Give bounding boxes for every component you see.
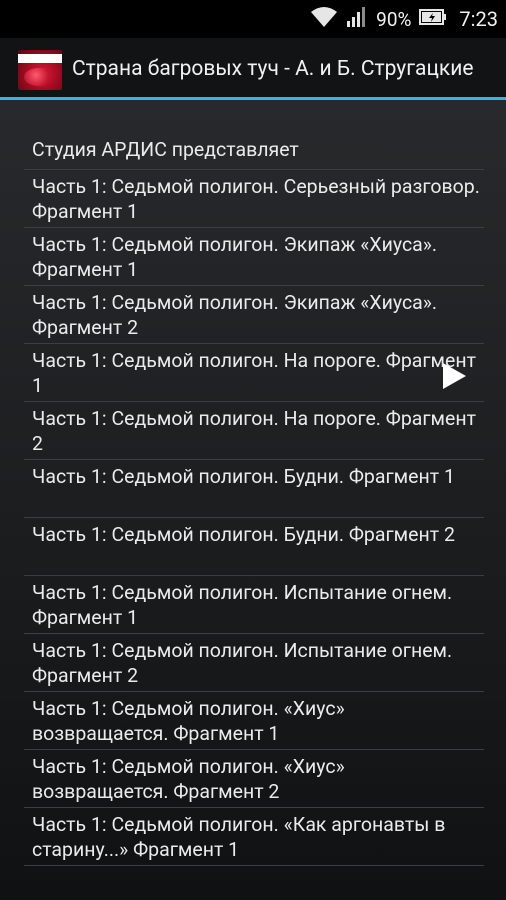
track-list[interactable]: Студия АРДИС представляет Часть 1: Седьм… [24,130,484,866]
list-item[interactable]: Часть 1: Седьмой полигон. Испытание огне… [24,634,484,692]
list-item[interactable]: Часть 1: Седьмой полигон. Будни. Фрагмен… [24,460,484,518]
list-item[interactable]: Часть 1: Седьмой полигон. Экипаж «Хиуса»… [24,228,484,286]
app-screen: 90% 7:23 Страна багровых туч - А. и Б. С… [0,0,506,900]
list-item[interactable]: Часть 1: Седьмой полигон. «Как аргонавты… [24,808,484,866]
action-bar-divider [0,97,506,100]
list-item[interactable]: Часть 1: Седьмой полигон. «Хиус» возвращ… [24,692,484,750]
battery-icon [419,7,447,31]
list-item[interactable]: Часть 1: Седьмой полигон. Испытание огне… [24,576,484,634]
list-header[interactable]: Студия АРДИС представляет [24,130,484,170]
list-item[interactable]: Часть 1: Седьмой полигон. Будни. Фрагмен… [24,518,484,576]
book-cover-icon[interactable] [18,50,62,90]
play-icon [443,363,466,389]
list-item[interactable]: Часть 1: Седьмой полигон. На пороге. Фра… [24,344,484,402]
play-button[interactable] [440,362,468,390]
status-icons: 90% 7:23 [310,0,498,38]
clock: 7:23 [459,7,498,31]
wifi-icon [310,6,338,32]
battery-percent: 90% [376,7,412,31]
status-bar: 90% 7:23 [0,0,506,38]
action-bar: Страна багровых туч - А. и Б. Стругацкие [0,38,506,100]
list-item[interactable]: Часть 1: Седьмой полигон. Экипаж «Хиуса»… [24,286,484,344]
list-item[interactable]: Часть 1: Седьмой полигон. Серьезный разг… [24,170,484,228]
list-item[interactable]: Часть 1: Седьмой полигон. «Хиус» возвращ… [24,750,484,808]
signal-icon [346,6,368,32]
list-item[interactable]: Часть 1: Седьмой полигон. На пороге. Фра… [24,402,484,460]
app-title: Страна багровых туч - А. и Б. Стругацкие [72,57,474,81]
